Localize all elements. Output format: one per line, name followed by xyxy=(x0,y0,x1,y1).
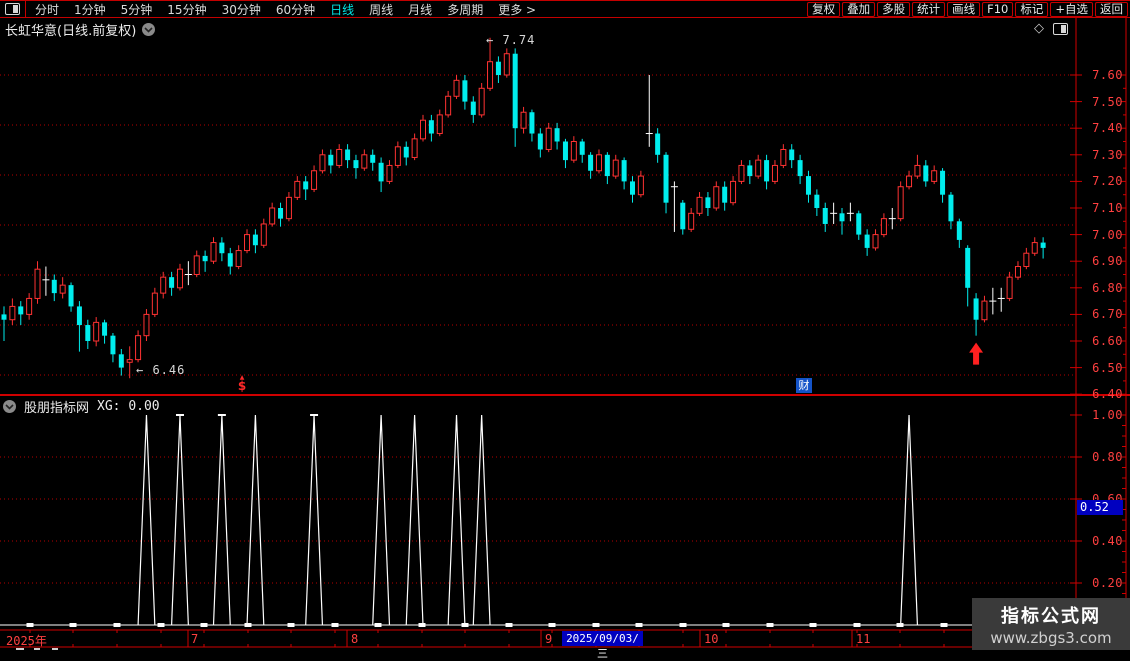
period-tab[interactable]: 周线 xyxy=(369,1,393,18)
split-view-icon[interactable] xyxy=(1053,22,1068,35)
price-axis-label: 6.90 xyxy=(1092,254,1123,269)
price-axis-label: 6.70 xyxy=(1092,307,1123,322)
toolbar-button[interactable]: 标记 xyxy=(1015,1,1049,17)
chevron-down-icon[interactable] xyxy=(3,400,16,413)
toolbar-button[interactable]: 复权 xyxy=(807,1,841,17)
period-tab[interactable]: 更多 > xyxy=(498,1,536,18)
indicator-value-label: XG: 0.00 xyxy=(97,399,160,414)
watermark: 指标公式网 www.zbgs3.com xyxy=(972,598,1130,650)
xg-signal-layer xyxy=(0,414,1076,627)
toolbar-buttons: 复权 叠加 多股 统计 画线 F10 标记 +自选 返回 xyxy=(807,1,1128,17)
price-axis-label: 6.80 xyxy=(1092,280,1123,295)
month-label: 9 xyxy=(545,632,553,646)
period-tab[interactable]: 多周期 xyxy=(447,1,483,18)
toolbar-button[interactable]: F10 xyxy=(982,1,1014,17)
layout-toggle-button[interactable] xyxy=(0,1,26,17)
toolbar-button[interactable]: 返回 xyxy=(1095,1,1128,17)
chart-title-row: 长虹华意(日线.前复权) xyxy=(5,20,156,39)
price-axis-label: 7.60 xyxy=(1092,68,1123,82)
period-tab[interactable]: 30分钟 xyxy=(222,1,261,18)
period-tab[interactable]: 5分钟 xyxy=(121,1,153,18)
indicator-axis-label: 0.20 xyxy=(1092,576,1123,590)
period-tab[interactable]: 60分钟 xyxy=(276,1,315,18)
period-tab[interactable]: 1分钟 xyxy=(74,1,106,18)
chart-corner-icons: ◇ xyxy=(1034,21,1068,36)
indicator-axis-label: 1.00 xyxy=(1092,408,1123,422)
toolbar-button[interactable]: 叠加 xyxy=(842,1,876,17)
price-axis-label: 7.40 xyxy=(1092,121,1123,136)
price-axis-label: 6.40 xyxy=(1092,387,1123,402)
year-label: 2025年 xyxy=(6,634,47,648)
toolbar-button[interactable]: 多股 xyxy=(877,1,911,17)
month-label: 11 xyxy=(856,632,871,646)
price-axis-label: 7.20 xyxy=(1092,174,1123,189)
current-value-badge: 0.52 xyxy=(1077,500,1123,515)
period-tab[interactable]: 月线 xyxy=(408,1,432,18)
financial-report-marker[interactable]: 财 xyxy=(796,378,812,393)
lowest-price-label: ← 6.46 xyxy=(136,363,186,377)
indicator-source-label: 股朋指标网 xyxy=(24,401,90,416)
period-tab[interactable]: 15分钟 xyxy=(167,1,206,18)
watermark-url: www.zbgs3.com xyxy=(990,628,1112,647)
toolbar-button[interactable]: 画线 xyxy=(947,1,981,17)
grid-layer xyxy=(0,74,1076,584)
indicator-panel-header: 股朋指标网 XG: 0.00 xyxy=(3,397,160,416)
period-tabs: 分时 1分钟 5分钟 15分钟 30分钟 60分钟 日线 周线 月线 多周期 更多 > xyxy=(35,1,536,18)
candles-layer xyxy=(1,37,1046,379)
frame-layer xyxy=(0,18,1130,647)
top-menubar: 分时 1分钟 5分钟 15分钟 30分钟 60分钟 日线 周线 月线 多周期 更多 > 复权 叠加 多股… xyxy=(0,0,1130,18)
price-axis-label: 7.30 xyxy=(1092,147,1123,162)
buy-arrow-icon xyxy=(969,342,984,365)
highest-price-label: ← 7.74 xyxy=(486,33,536,47)
period-tab[interactable]: 日线 xyxy=(330,1,354,18)
dividend-marker[interactable]: ▲ $ xyxy=(235,375,249,393)
month-label: 8 xyxy=(351,632,359,646)
month-label: 7 xyxy=(191,632,199,646)
selected-date-badge: 2025/09/03/三 xyxy=(562,631,643,660)
chevron-down-icon[interactable] xyxy=(142,23,156,36)
price-axis-label: 7.00 xyxy=(1092,227,1123,242)
indicator-axis-label: 0.80 xyxy=(1092,450,1123,464)
split-panes-icon xyxy=(5,3,20,15)
price-axis-label: 7.10 xyxy=(1092,201,1123,215)
stock-title: 长虹华意(日线.前复权) xyxy=(5,24,137,39)
month-label: 10 xyxy=(704,632,719,646)
watermark-title: 指标公式网 xyxy=(1001,605,1101,627)
price-axis-label: 6.50 xyxy=(1092,360,1123,375)
period-tab[interactable]: 分时 xyxy=(35,1,59,18)
indicator-axis-label: 0.40 xyxy=(1092,534,1123,548)
price-axis-label: 6.60 xyxy=(1092,334,1123,348)
candlestick-chart-canvas[interactable] xyxy=(0,0,1130,650)
toolbar-button[interactable]: 统计 xyxy=(912,1,946,17)
price-axis-label: 7.50 xyxy=(1092,94,1123,109)
toolbar-button[interactable]: +自选 xyxy=(1050,1,1093,17)
diamond-icon[interactable]: ◇ xyxy=(1034,21,1044,36)
